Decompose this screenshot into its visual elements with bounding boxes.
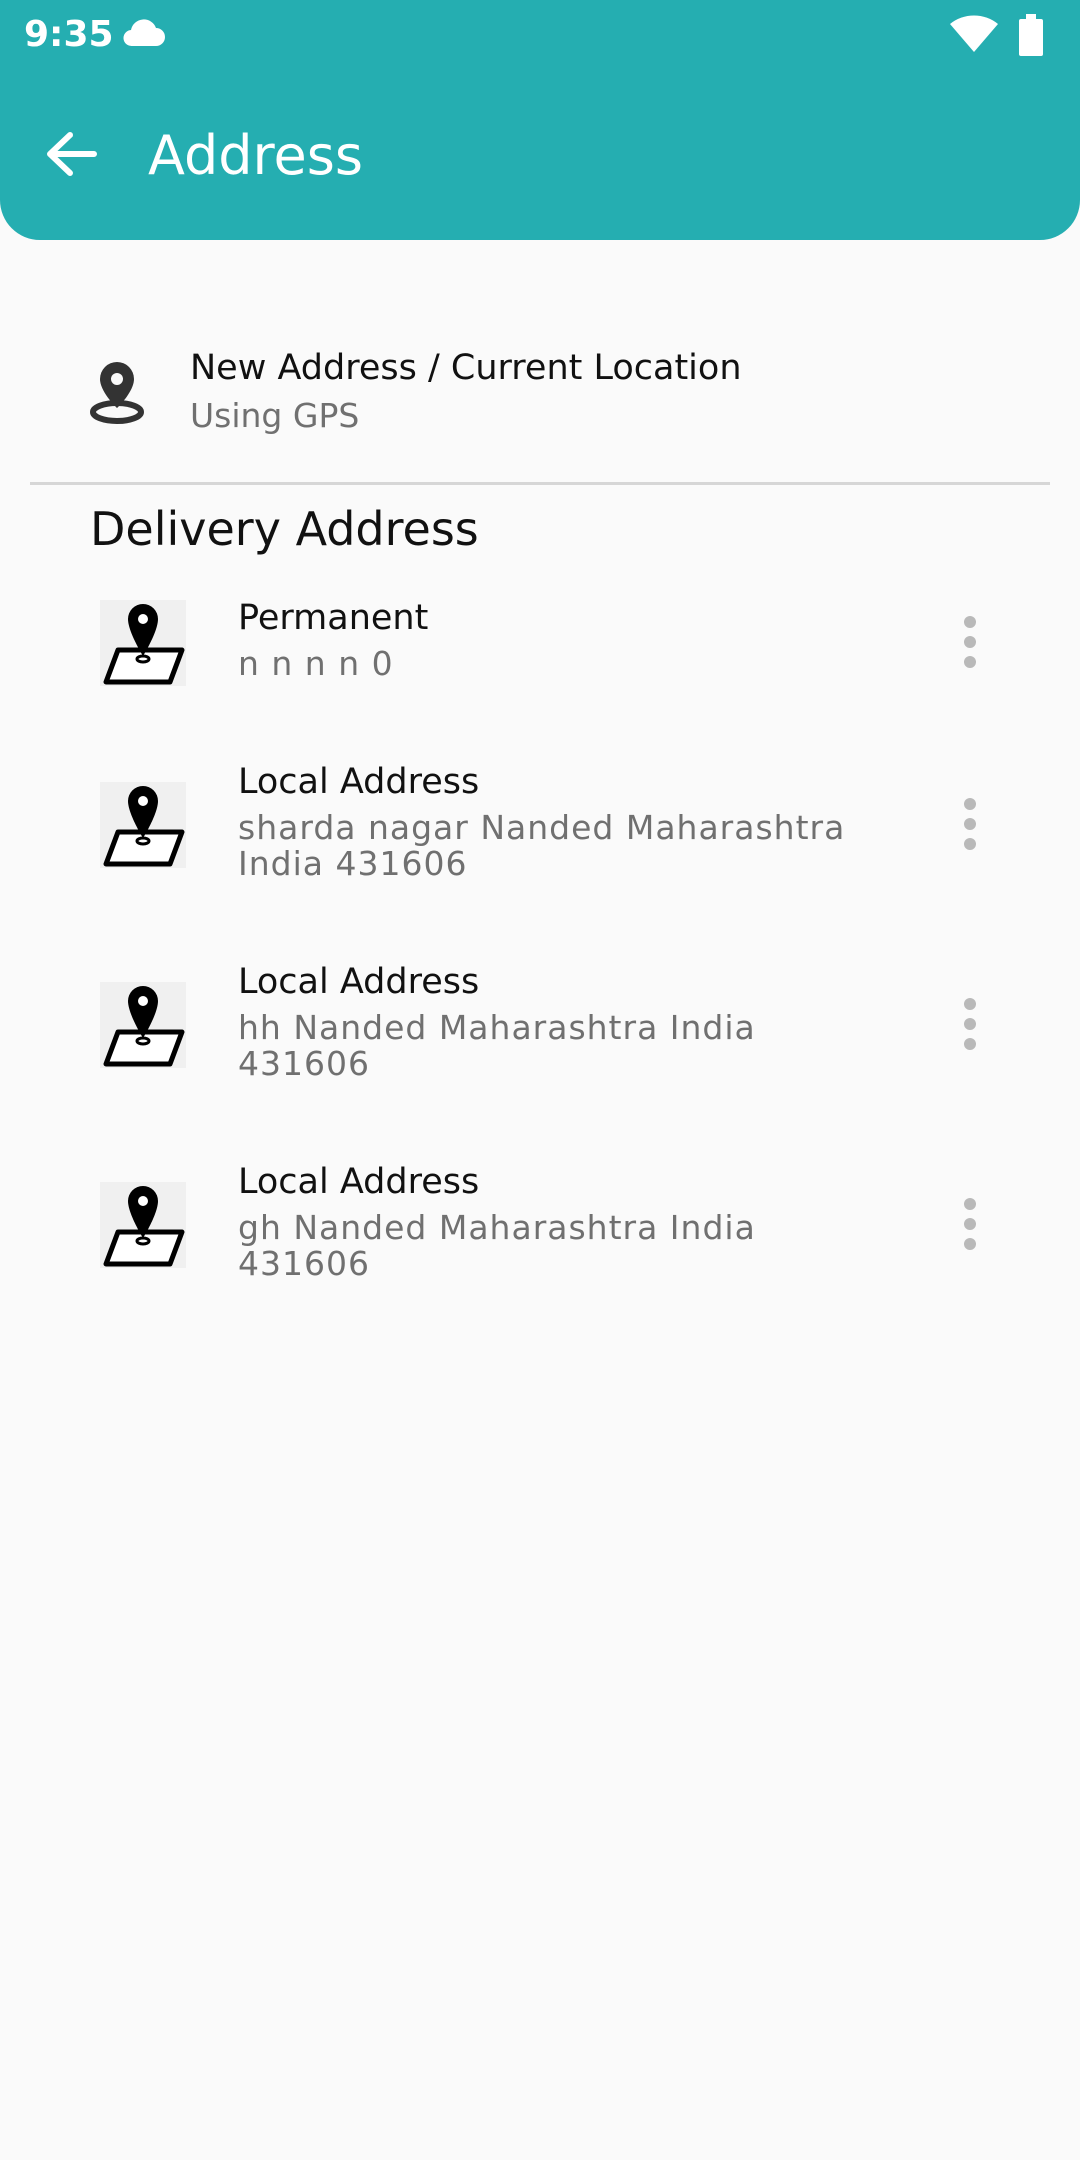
more-vert-icon (964, 798, 976, 810)
wifi-icon (950, 15, 998, 52)
more-options-button[interactable] (950, 602, 990, 682)
gps-option-subtitle: Using GPS (190, 396, 360, 435)
more-vert-icon (964, 616, 976, 628)
address-text: hh Nanded Maharashtra India 431606 (238, 1010, 898, 1082)
address-label: Local Address (238, 1162, 480, 1202)
address-label: Permanent (238, 598, 429, 638)
address-label: Local Address (238, 762, 480, 802)
more-vert-icon (964, 1198, 976, 1210)
address-line-2: 431606 (238, 1044, 370, 1083)
address-label: Local Address (238, 962, 480, 1002)
section-title: Delivery Address (90, 502, 479, 556)
location-pin-icon (90, 362, 144, 424)
arrow-back-icon (47, 132, 97, 176)
address-item[interactable]: Local Address sharda nagar Nanded Mahara… (0, 762, 1080, 932)
map-pin-icon (100, 1182, 186, 1268)
status-bar: 9:35 (0, 0, 1080, 72)
more-options-button[interactable] (950, 1184, 990, 1264)
address-text: n n n n 0 (238, 646, 898, 682)
more-vert-icon (964, 998, 976, 1010)
battery-icon (1019, 14, 1043, 56)
address-line-2: India 431606 (238, 844, 468, 883)
back-button[interactable] (44, 118, 124, 190)
divider (30, 482, 1050, 485)
map-pin-icon (100, 782, 186, 868)
page-title: Address (148, 124, 364, 187)
new-address-gps-row[interactable]: New Address / Current Location Using GPS (0, 330, 1080, 460)
address-item[interactable]: Permanent n n n n 0 (0, 580, 1080, 750)
address-item[interactable]: Local Address gh Nanded Maharashtra Indi… (0, 1162, 1080, 1332)
gps-option-title: New Address / Current Location (190, 348, 742, 388)
cloud-icon (123, 19, 165, 47)
map-pin-icon (100, 982, 186, 1068)
address-line-2: 431606 (238, 1244, 370, 1283)
address-text: gh Nanded Maharashtra India 431606 (238, 1210, 898, 1282)
address-text: sharda nagar Nanded Maharashtra India 43… (238, 810, 898, 882)
more-options-button[interactable] (950, 984, 990, 1064)
address-line-1: n n n n 0 (238, 644, 394, 683)
address-line-1: sharda nagar Nanded Maharashtra (238, 808, 846, 847)
address-item[interactable]: Local Address hh Nanded Maharashtra Indi… (0, 962, 1080, 1132)
app-bar: 9:35 Address (0, 0, 1080, 240)
address-line-1: gh Nanded Maharashtra India (238, 1208, 756, 1247)
map-pin-icon (100, 600, 186, 686)
status-time: 9:35 (24, 14, 114, 55)
address-line-1: hh Nanded Maharashtra India (238, 1008, 756, 1047)
more-options-button[interactable] (950, 784, 990, 864)
